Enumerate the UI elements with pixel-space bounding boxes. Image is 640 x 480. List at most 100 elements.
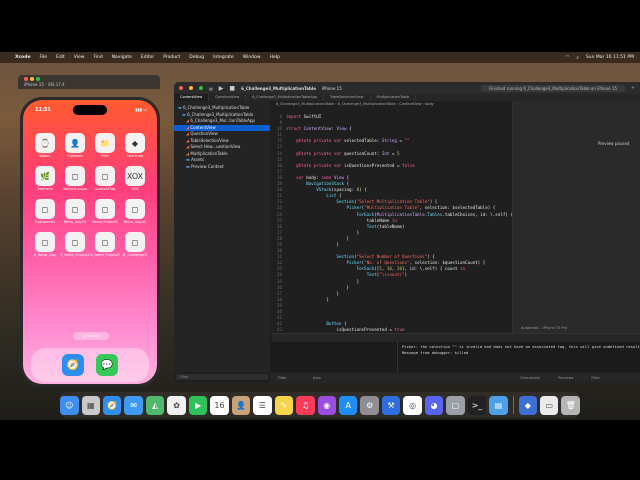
dock-app-icon[interactable]: ▦ xyxy=(81,395,100,415)
navigator-item[interactable]: ▬ Preview Content xyxy=(174,164,270,171)
home-app-icon[interactable]: ◻ Retro_Project3 xyxy=(92,199,118,224)
tab-contentview[interactable]: ContentView xyxy=(174,94,210,101)
navigator-filter-input[interactable]: Filter xyxy=(176,374,268,380)
activity-status: Finished running 6_Challenge3_Multiplica… xyxy=(480,84,625,92)
home-app-icon[interactable]: 📁 Files xyxy=(93,133,117,158)
dock-app-icon[interactable]: 16 xyxy=(210,395,229,415)
tab-questionview[interactable]: QuestionView xyxy=(209,94,247,101)
dock-app-icon[interactable]: ⚒ xyxy=(381,395,401,415)
dock-app-icon[interactable]: ☰ xyxy=(253,395,272,415)
filter-input[interactable]: Filter xyxy=(278,376,287,380)
home-app-icon[interactable]: ◻ WeSplit-yours xyxy=(63,166,87,191)
minimize-window-button[interactable] xyxy=(30,77,34,81)
dock-app-icon[interactable]: ▤ xyxy=(489,395,508,415)
navigator-item-label: Select How...uestionView xyxy=(190,144,241,149)
home-app-icon[interactable]: ◆ Shortcuts xyxy=(123,133,147,158)
dock-app-icon[interactable]: ▶ xyxy=(188,395,208,415)
sidebar-toggle-icon[interactable]: ▤ xyxy=(209,86,213,91)
menu-file[interactable]: File xyxy=(40,55,48,60)
console-filter-input[interactable]: Filter xyxy=(591,376,600,380)
close-window-button[interactable] xyxy=(179,86,183,90)
dock-app-icon[interactable]: ◉ xyxy=(317,395,336,415)
zoom-window-button[interactable] xyxy=(199,86,203,90)
home-app-icon[interactable]: ◻ 5_Retro_Project2 xyxy=(60,232,90,257)
navigator-item-label: 6_Challenge3_Mul..tionTableApp xyxy=(190,118,255,123)
menu-clock[interactable]: Sun Mar 16 11:51 PM xyxy=(586,55,634,60)
navigator-item-label: TableSelectionView xyxy=(190,137,229,143)
menu-editor[interactable]: Editor xyxy=(141,55,154,60)
menu-integrate[interactable]: Integrate xyxy=(213,55,234,60)
menu-navigate[interactable]: Navigate xyxy=(112,55,132,60)
dock-app-icon[interactable]: ✿ xyxy=(167,395,186,415)
home-app-icon[interactable]: 👤 Contacts xyxy=(63,133,87,158)
dock-app-icon[interactable]: 🗑 xyxy=(561,395,580,415)
dock-app-icon[interactable]: ◆ xyxy=(518,395,538,415)
dock-app-icon[interactable]: ▢ xyxy=(446,395,465,415)
run-icon[interactable]: ▶ xyxy=(219,85,224,92)
auto-selector[interactable]: Auto xyxy=(313,376,321,380)
variables-view xyxy=(270,342,398,372)
dock-app-icon[interactable]: ✉ xyxy=(124,395,143,415)
source-editor[interactable]: 8 9 10 11 12 13 14 15 16 17 18 19 20 21 22 23 24 25 26 27 28… xyxy=(272,108,513,344)
jump-bar[interactable]: 6_Challenge3_MultiplicationTable › 6_Cha… xyxy=(272,101,512,107)
menu-window[interactable]: Window xyxy=(243,55,261,60)
home-app-icon[interactable]: XOX XOX xyxy=(123,166,147,191)
dock-app-icon[interactable]: ◕ xyxy=(424,395,444,415)
menu-edit[interactable]: Edit xyxy=(56,55,65,60)
dock-app-icon[interactable]: ☺ xyxy=(60,395,79,415)
dock-app-icon[interactable]: ▭ xyxy=(540,395,559,415)
home-app-icon[interactable]: ◻ Retro_Day10 xyxy=(63,199,87,224)
dock-app-icon[interactable]: ◎ xyxy=(403,395,422,415)
preview-status[interactable]: Preview paused xyxy=(598,141,629,146)
dock-app-icon[interactable]: ◭ xyxy=(145,395,165,415)
phone-status-bar: 11:51 ▮▮▮ ▭ xyxy=(35,107,147,113)
app-label: 6_Retro_Day xyxy=(34,253,56,257)
dock-app-icon[interactable]: 👤 xyxy=(231,395,251,415)
messages-app-icon[interactable]: 💬 xyxy=(96,354,118,376)
console-output[interactable]: Picker: the selection "" is invalid and … xyxy=(398,342,640,372)
simulator-titlebar[interactable]: iPhone 15 · iOS 17.4 xyxy=(18,75,160,89)
previews-selector[interactable]: Previews xyxy=(558,376,573,380)
dock-app-icon[interactable]: >_ xyxy=(467,395,487,415)
dock-app-icon[interactable]: 🧭 xyxy=(102,395,122,415)
dock-app-icon[interactable]: ✎ xyxy=(274,395,294,415)
home-app-icon[interactable]: ◻ 6_Retro_Project3 xyxy=(90,232,120,257)
dock-app-icon[interactable]: A xyxy=(338,395,358,415)
home-app-icon[interactable]: ⌚ Watch xyxy=(33,133,57,158)
tab-app[interactable]: 6_Challenge3_MultiplicationTableApp xyxy=(246,94,325,101)
home-app-icon[interactable]: ◻ TryExpand1 xyxy=(33,199,57,224)
menu-app-name[interactable]: Xcode xyxy=(15,55,31,60)
phone-dock: 🧭 💬 xyxy=(31,348,149,382)
tab-multiplicationtable[interactable]: MultiplicationTable xyxy=(371,94,417,101)
close-window-button[interactable] xyxy=(24,77,28,81)
menu-debug[interactable]: Debug xyxy=(189,55,204,60)
run-destination[interactable]: iPhone 15 xyxy=(322,86,342,91)
tab-tableselectionview[interactable]: TableSelectionView xyxy=(324,94,371,101)
home-app-icon[interactable]: ◻ 6_Challenge3 xyxy=(123,232,147,257)
app-label: WeSplit-yours xyxy=(62,187,88,191)
home-app-icon[interactable]: ◻ Retro_Day40 xyxy=(123,199,147,224)
wifi-icon[interactable]: ◠ xyxy=(565,55,569,60)
stop-icon[interactable]: ■ xyxy=(229,85,235,92)
dock-app-icon[interactable]: ⚙ xyxy=(360,395,379,415)
search-icon[interactable]: ⌕ xyxy=(576,55,579,61)
app-glyph-icon: ◻ xyxy=(95,232,115,252)
menu-help[interactable]: Help xyxy=(270,55,280,60)
safari-app-icon[interactable]: 🧭 xyxy=(62,354,84,376)
preview-device-selector[interactable]: Automatic – iPhone 15 Pro xyxy=(521,326,567,330)
home-app-icon[interactable]: ◻ 6_Retro_Day xyxy=(33,232,57,257)
code-text[interactable]: import SwiftUI struct ContentView: View … xyxy=(286,114,513,346)
add-icon[interactable]: ＋ xyxy=(631,85,635,91)
home-app-icon[interactable]: 🌿 TreeForm xyxy=(33,166,57,191)
navigator-item-label: MultiplicationTable xyxy=(190,150,228,156)
menu-find[interactable]: Find xyxy=(93,55,102,60)
spotlight-search-pill[interactable]: Q Search xyxy=(73,332,109,340)
minimize-window-button[interactable] xyxy=(189,86,193,90)
zoom-window-button[interactable] xyxy=(36,77,40,81)
code-line[interactable]: ForEach(MultiplicationTable.Tables.table… xyxy=(286,212,513,218)
home-app-icon[interactable]: ◻ Guess&Flag xyxy=(93,166,117,191)
dock-app-icon[interactable]: ♫ xyxy=(296,395,315,415)
executable-selector[interactable]: Executable xyxy=(521,376,540,380)
menu-view[interactable]: View xyxy=(74,55,85,60)
menu-product[interactable]: Product xyxy=(163,55,180,60)
